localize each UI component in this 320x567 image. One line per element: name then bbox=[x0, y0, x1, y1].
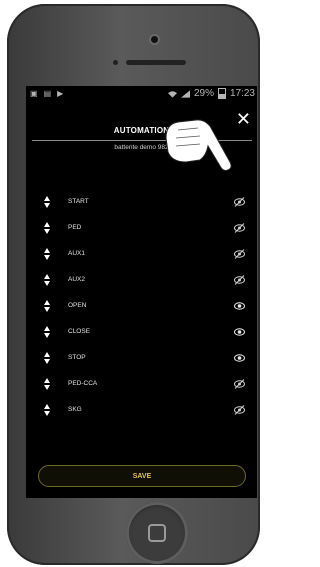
reorder-handle-icon[interactable] bbox=[44, 326, 50, 338]
eye-icon[interactable] bbox=[234, 353, 245, 363]
eye-hidden-icon[interactable] bbox=[234, 405, 245, 415]
list-item[interactable]: AUX1 bbox=[26, 247, 257, 263]
image-notification-icon: ▣ bbox=[30, 89, 38, 98]
notification-icons: ▣ ▤ ▶ bbox=[30, 89, 63, 98]
earpiece-speaker bbox=[126, 60, 186, 65]
reorder-handle-icon[interactable] bbox=[44, 404, 50, 416]
item-label: AUX2 bbox=[68, 276, 85, 283]
eye-icon[interactable] bbox=[234, 301, 245, 311]
list-item[interactable]: AUX2 bbox=[26, 273, 257, 289]
status-bar: ▣ ▤ ▶ 29% 17:23 bbox=[26, 86, 257, 102]
list-item[interactable]: PED bbox=[26, 221, 257, 237]
reorder-handle-icon[interactable] bbox=[44, 274, 50, 286]
home-square-icon bbox=[148, 524, 166, 542]
home-button[interactable] bbox=[126, 502, 188, 564]
app-notification-icon: ▤ bbox=[43, 89, 52, 98]
reorder-handle-icon[interactable] bbox=[44, 300, 50, 312]
list-item[interactable]: START bbox=[26, 195, 257, 211]
proximity-sensor bbox=[113, 60, 118, 65]
play-notification-icon: ▶ bbox=[57, 89, 64, 98]
status-right: 29% 17:23 bbox=[167, 88, 255, 99]
front-camera bbox=[151, 36, 158, 43]
list-item[interactable]: CLOSE bbox=[26, 325, 257, 341]
eye-hidden-icon[interactable] bbox=[234, 379, 245, 389]
clock: 17:23 bbox=[229, 88, 255, 99]
pointing-hand-icon bbox=[165, 119, 232, 171]
reorder-handle-icon[interactable] bbox=[44, 378, 50, 390]
list-item[interactable]: PED-CCA bbox=[26, 377, 257, 393]
item-label: SKG bbox=[68, 406, 82, 413]
battery-icon bbox=[217, 88, 226, 99]
wifi-icon bbox=[167, 90, 177, 98]
list-item[interactable]: OPEN bbox=[26, 299, 257, 315]
eye-icon[interactable] bbox=[234, 327, 245, 337]
reorder-handle-icon[interactable] bbox=[44, 352, 50, 364]
eye-hidden-icon[interactable] bbox=[234, 197, 245, 207]
item-label: PED-CCA bbox=[68, 380, 98, 387]
battery-percent: 29% bbox=[193, 88, 214, 99]
reorder-handle-icon[interactable] bbox=[44, 222, 50, 234]
eye-hidden-icon[interactable] bbox=[234, 249, 245, 259]
eye-hidden-icon[interactable] bbox=[234, 223, 245, 233]
item-label: STOP bbox=[68, 354, 86, 361]
reorder-handle-icon[interactable] bbox=[44, 248, 50, 260]
item-label: START bbox=[68, 198, 89, 205]
eye-hidden-icon[interactable] bbox=[234, 275, 245, 285]
item-label: PED bbox=[68, 224, 82, 231]
item-label: AUX1 bbox=[68, 250, 85, 257]
save-button[interactable]: SAVE bbox=[38, 465, 246, 487]
list-item[interactable]: SKG bbox=[26, 403, 257, 419]
item-label: OPEN bbox=[68, 302, 87, 309]
item-label: CLOSE bbox=[68, 328, 91, 335]
signal-icon bbox=[180, 89, 190, 98]
list-item[interactable]: STOP bbox=[26, 351, 257, 367]
reorder-handle-icon[interactable] bbox=[44, 196, 50, 208]
